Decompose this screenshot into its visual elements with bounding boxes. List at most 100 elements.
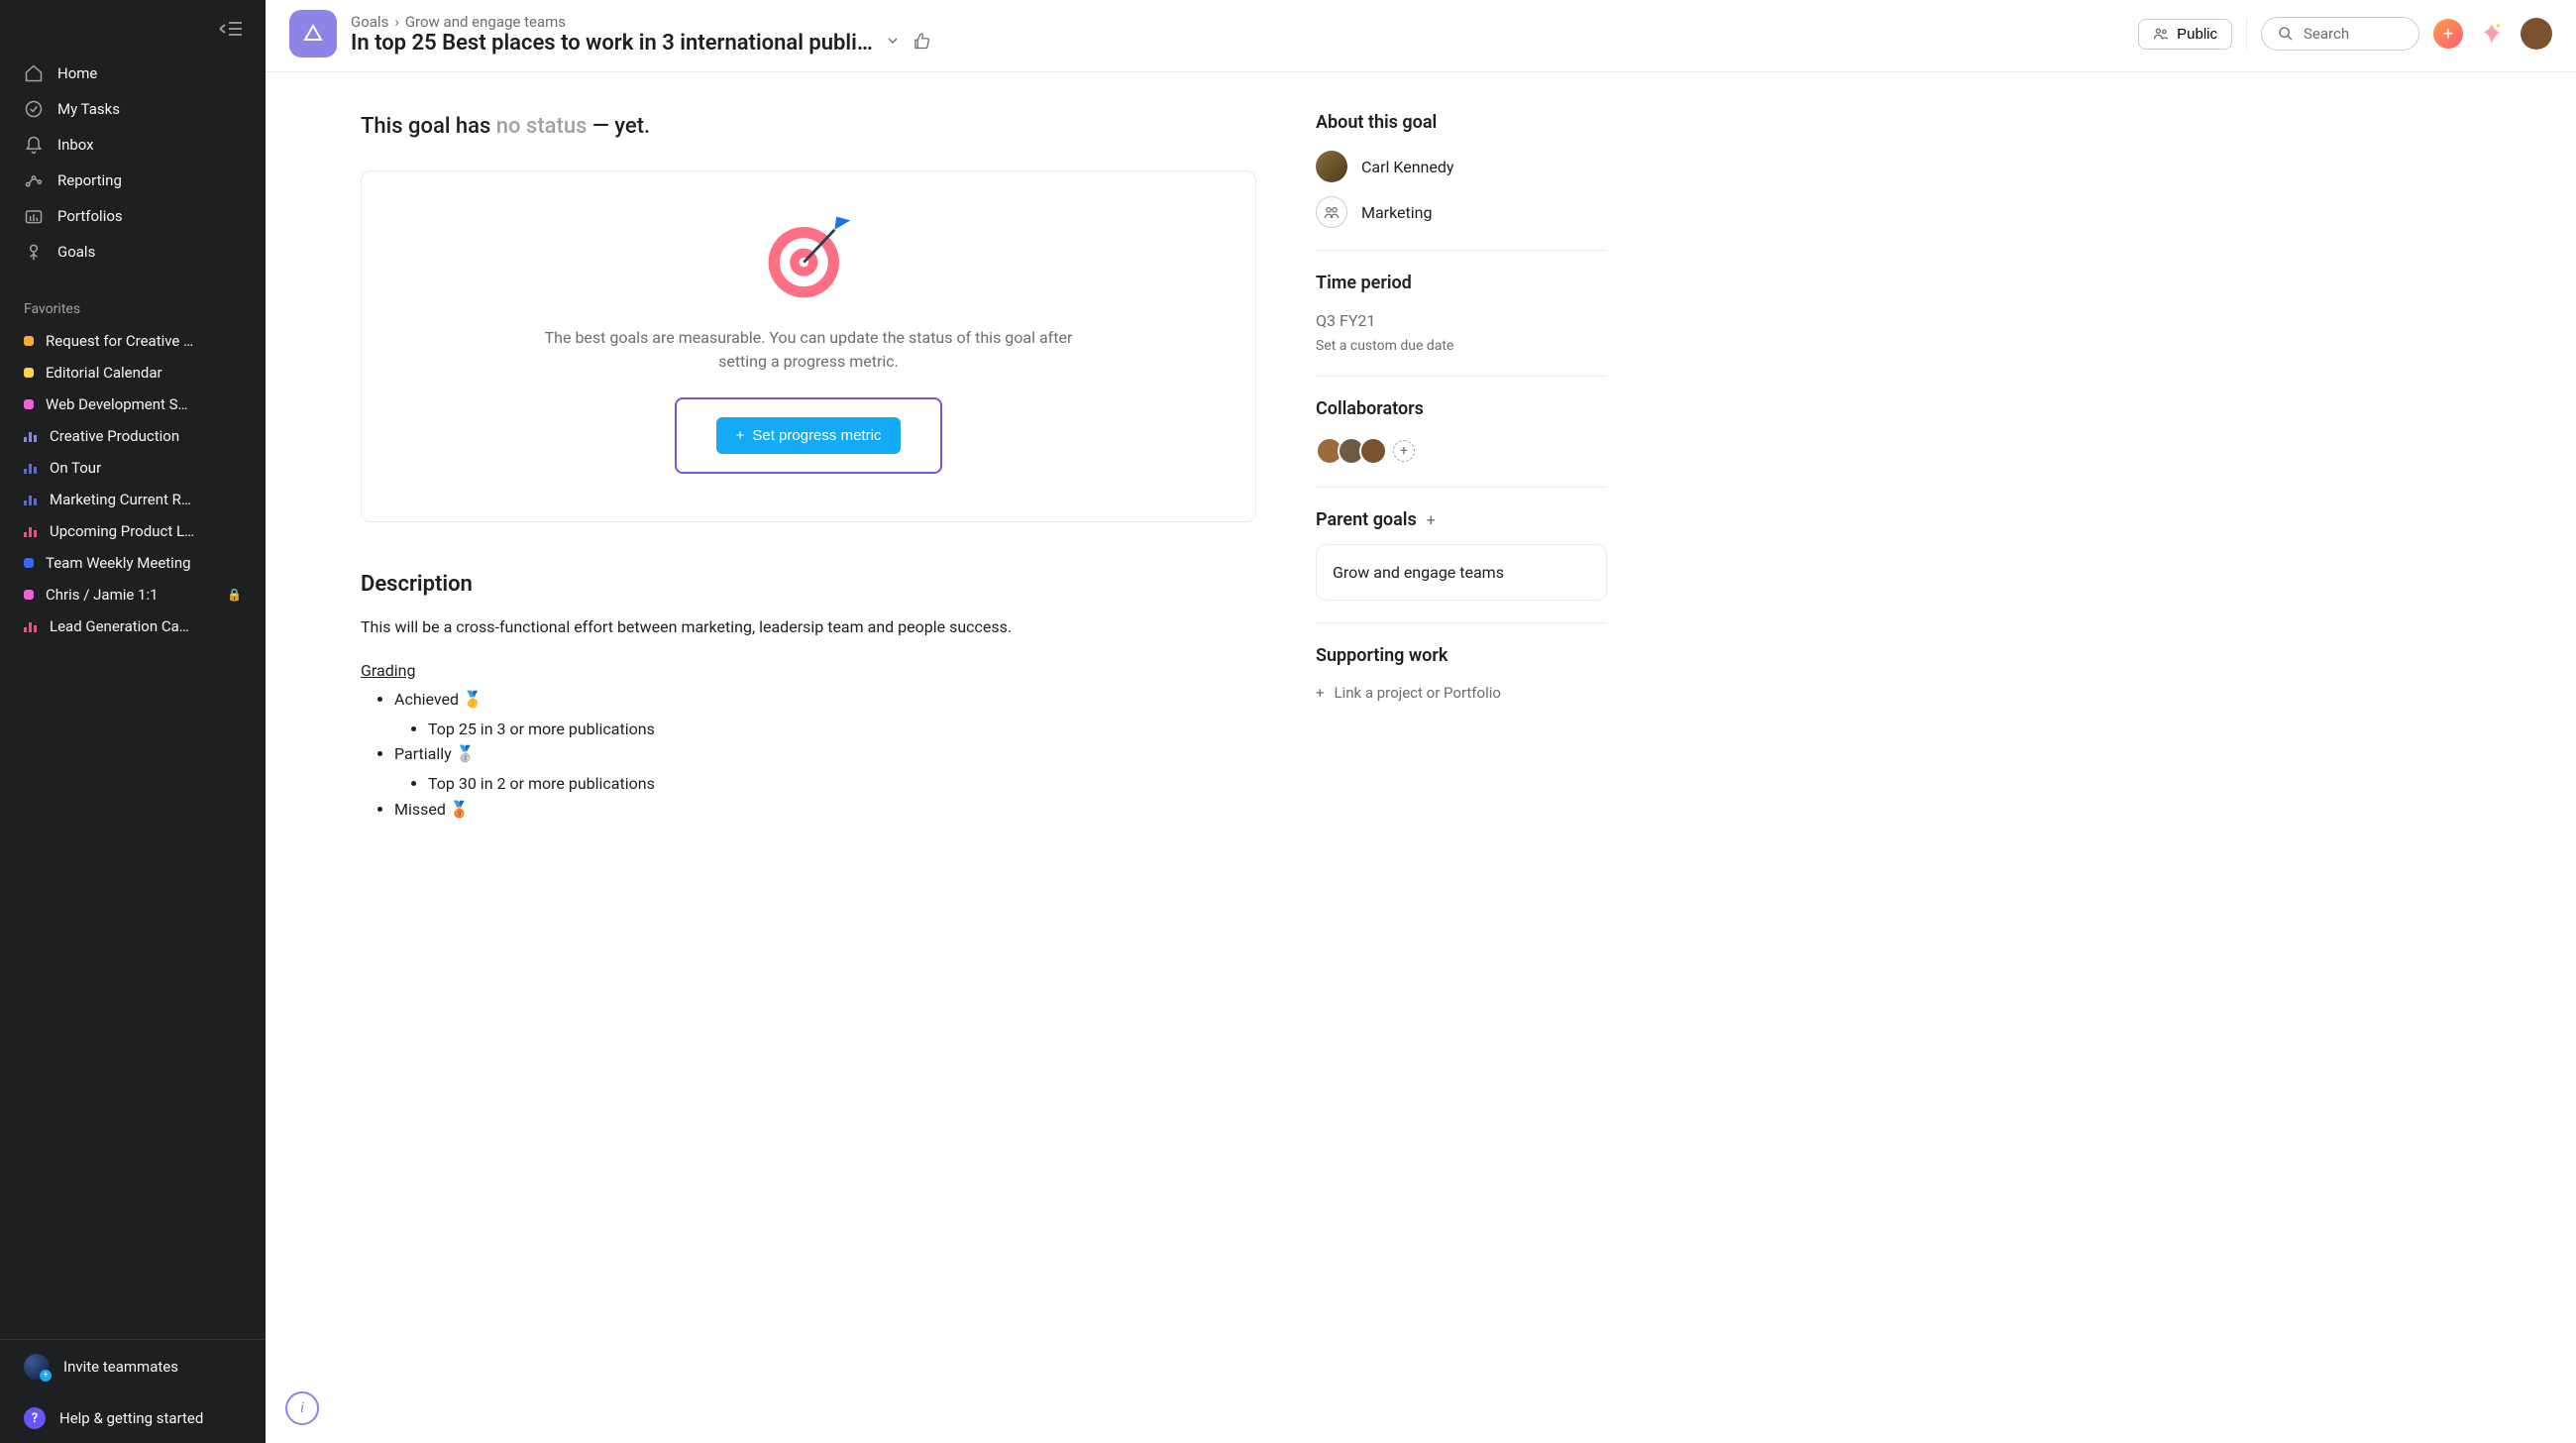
celebrate-icon[interactable] — [2477, 19, 2507, 49]
project-dot-icon — [24, 336, 34, 346]
invite-label: Invite teammates — [63, 1358, 178, 1376]
team-icon — [1316, 196, 1347, 228]
empty-card-text: The best goals are measurable. You can u… — [531, 326, 1086, 374]
nav-label: Inbox — [57, 136, 94, 154]
favorite-label: On Tour — [50, 459, 101, 477]
link-project-button[interactable]: + Link a project or Portfolio — [1316, 684, 1607, 702]
invite-teammates-button[interactable]: + Invite teammates — [0, 1340, 266, 1393]
portfolio-bars-icon — [24, 525, 38, 537]
globe-avatar-icon: + — [24, 1354, 50, 1380]
sidebar-favorite[interactable]: Creative Production — [0, 420, 266, 452]
team-name: Marketing — [1361, 203, 1432, 222]
favorite-label: Lead Generation Ca… — [50, 617, 189, 635]
portfolio-bars-icon — [24, 620, 38, 632]
help-button[interactable]: ? Help & getting started — [0, 1393, 266, 1443]
nav-goals[interactable]: Goals — [0, 234, 266, 270]
project-dot-icon — [24, 399, 34, 409]
sidebar-favorite[interactable]: Marketing Current R… — [0, 484, 266, 515]
visibility-label: Public — [2177, 26, 2217, 43]
sidebar: Home My Tasks Inbox Reporting Portfolios… — [0, 0, 266, 1443]
about-heading: About this goal — [1316, 112, 1607, 133]
favorites-list: Request for Creative … Editorial Calendar… — [0, 325, 266, 642]
sidebar-favorite[interactable]: Lead Generation Ca… — [0, 610, 266, 642]
description-heading: Description — [361, 572, 1256, 597]
favorites-header: Favorites — [0, 287, 266, 325]
favorite-label: Creative Production — [50, 427, 179, 445]
home-icon — [24, 63, 44, 83]
check-circle-icon — [24, 99, 44, 119]
status-heading: This goal has no status — yet. — [361, 114, 1256, 139]
nav-inbox[interactable]: Inbox — [0, 127, 266, 163]
sidebar-favorite[interactable]: On Tour — [0, 452, 266, 484]
time-period-value[interactable]: Q3 FY21 — [1316, 311, 1607, 330]
reporting-icon — [24, 170, 44, 190]
target-icon — [762, 211, 855, 304]
parent-goals-heading: Parent goals — [1316, 509, 1417, 530]
supporting-work-heading: Supporting work — [1316, 645, 1607, 666]
sidebar-favorite[interactable]: Web Development S… — [0, 388, 266, 420]
breadcrumb: Goals › Grow and engage teams — [351, 13, 930, 31]
nav-home[interactable]: Home — [0, 56, 266, 91]
portfolio-bars-icon — [24, 430, 38, 442]
portfolio-icon — [24, 206, 44, 226]
breadcrumb-parent[interactable]: Grow and engage teams — [405, 13, 566, 31]
goal-app-icon — [289, 10, 337, 57]
nav-reporting[interactable]: Reporting — [0, 163, 266, 198]
favorite-label: Marketing Current R… — [50, 491, 191, 508]
nav-label: Home — [57, 64, 97, 82]
title-menu-button[interactable] — [885, 33, 901, 53]
sidebar-favorite[interactable]: Request for Creative … — [0, 325, 266, 357]
nav-portfolios[interactable]: Portfolios — [0, 198, 266, 234]
nav-my-tasks[interactable]: My Tasks — [0, 91, 266, 127]
goal-owner[interactable]: Carl Kennedy — [1316, 151, 1607, 182]
favorite-label: Web Development S… — [46, 395, 188, 413]
add-collaborator-button[interactable]: + — [1393, 440, 1415, 462]
collaborator-avatar[interactable] — [1359, 437, 1387, 465]
project-dot-icon — [24, 368, 34, 378]
bell-icon — [24, 135, 44, 155]
info-fab-button[interactable]: i — [285, 1391, 319, 1425]
project-dot-icon — [24, 590, 34, 600]
question-icon: ? — [24, 1407, 46, 1429]
collapse-sidebar-button[interactable] — [218, 20, 242, 38]
owner-avatar — [1316, 151, 1347, 182]
favorite-label: Upcoming Product L… — [50, 522, 194, 540]
like-button[interactable] — [912, 32, 930, 54]
favorite-label: Team Weekly Meeting — [46, 554, 191, 572]
custom-due-date-link[interactable]: Set a custom due date — [1316, 338, 1607, 354]
help-label: Help & getting started — [59, 1409, 203, 1427]
set-progress-metric-button[interactable]: + Set progress metric — [716, 417, 902, 454]
primary-nav: Home My Tasks Inbox Reporting Portfolios… — [0, 50, 266, 287]
breadcrumb-root[interactable]: Goals — [351, 13, 388, 31]
plus-icon: + — [1316, 684, 1325, 702]
breadcrumb-sep: › — [394, 13, 399, 31]
portfolio-bars-icon — [24, 494, 38, 505]
omnibutton-add[interactable]: + — [2433, 19, 2463, 49]
page-title[interactable]: In top 25 Best places to work in 3 inter… — [351, 31, 873, 56]
portfolio-bars-icon — [24, 462, 38, 474]
nav-label: My Tasks — [57, 100, 120, 118]
search-input[interactable]: Search — [2261, 17, 2419, 51]
sidebar-favorite[interactable]: Editorial Calendar — [0, 357, 266, 388]
details-panel: About this goal Carl Kennedy Marketing T… — [1316, 72, 1633, 1443]
time-period-heading: Time period — [1316, 273, 1607, 293]
goal-team[interactable]: Marketing — [1316, 196, 1607, 228]
progress-empty-card: The best goals are measurable. You can u… — [361, 170, 1256, 522]
sidebar-favorite[interactable]: Team Weekly Meeting — [0, 547, 266, 579]
sidebar-favorite[interactable]: Chris / Jamie 1:1🔒 — [0, 579, 266, 610]
user-avatar[interactable] — [2521, 18, 2552, 50]
search-icon — [2278, 26, 2294, 42]
collaborators-heading: Collaborators — [1316, 398, 1607, 419]
nav-label: Goals — [57, 243, 95, 261]
lock-icon: 🔒 — [227, 588, 242, 602]
plus-icon: + — [736, 427, 745, 444]
visibility-button[interactable]: Public — [2138, 19, 2232, 50]
parent-goal-card[interactable]: Grow and engage teams — [1316, 544, 1607, 601]
favorite-label: Editorial Calendar — [46, 364, 162, 382]
topbar: Goals › Grow and engage teams In top 25 … — [266, 0, 2576, 72]
add-parent-goal-button[interactable]: + — [1427, 510, 1436, 529]
description-body[interactable]: This will be a cross-functional effort b… — [361, 614, 1256, 822]
sidebar-favorite[interactable]: Upcoming Product L… — [0, 515, 266, 547]
search-placeholder: Search — [2304, 25, 2349, 43]
nav-label: Portfolios — [57, 207, 123, 225]
